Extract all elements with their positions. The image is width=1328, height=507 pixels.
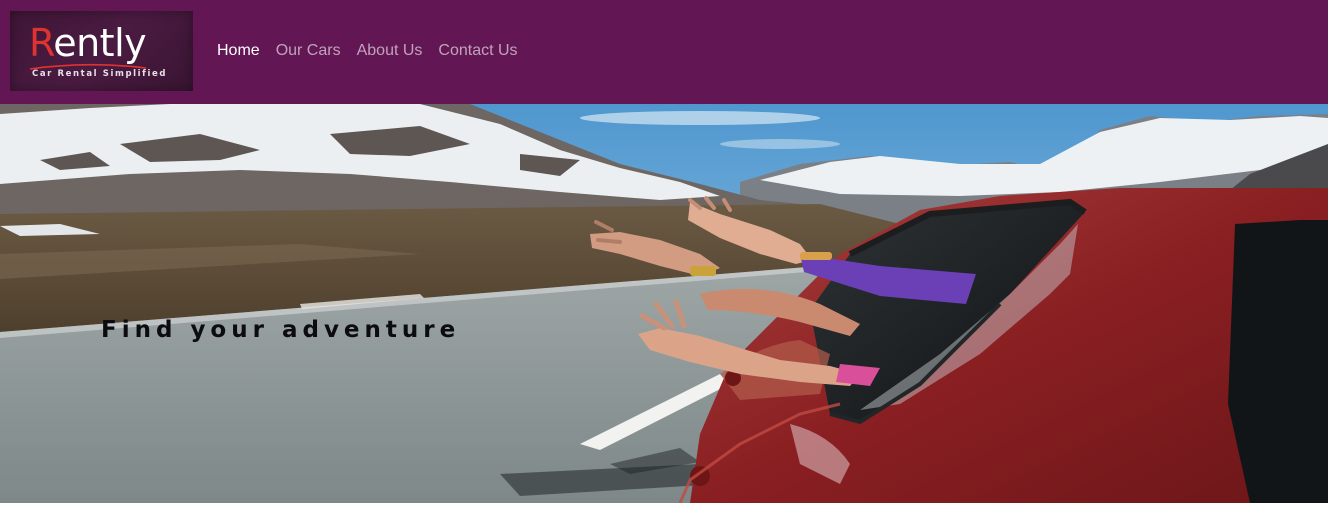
nav-item-home[interactable]: Home [217,41,260,61]
nav-item-contact-us[interactable]: Contact Us [438,41,517,61]
logo-rest: ently [53,21,147,65]
logo-tagline: Car Rental Simplified [32,69,168,79]
hero-banner: Find your adventure [0,104,1328,503]
navbar: Rently Car Rental Simplified Home Our Ca… [0,0,1328,104]
main-nav: Home Our Cars About Us Contact Us [217,41,518,61]
logo-wordmark: Rently [29,21,147,65]
nav-item-our-cars[interactable]: Our Cars [276,41,341,61]
brand-logo[interactable]: Rently Car Rental Simplified [10,11,193,91]
hero-caption: Find your adventure [101,317,461,343]
logo-first-letter: R [29,21,54,65]
hero-image [0,104,1328,503]
nav-item-about-us[interactable]: About Us [357,41,423,61]
